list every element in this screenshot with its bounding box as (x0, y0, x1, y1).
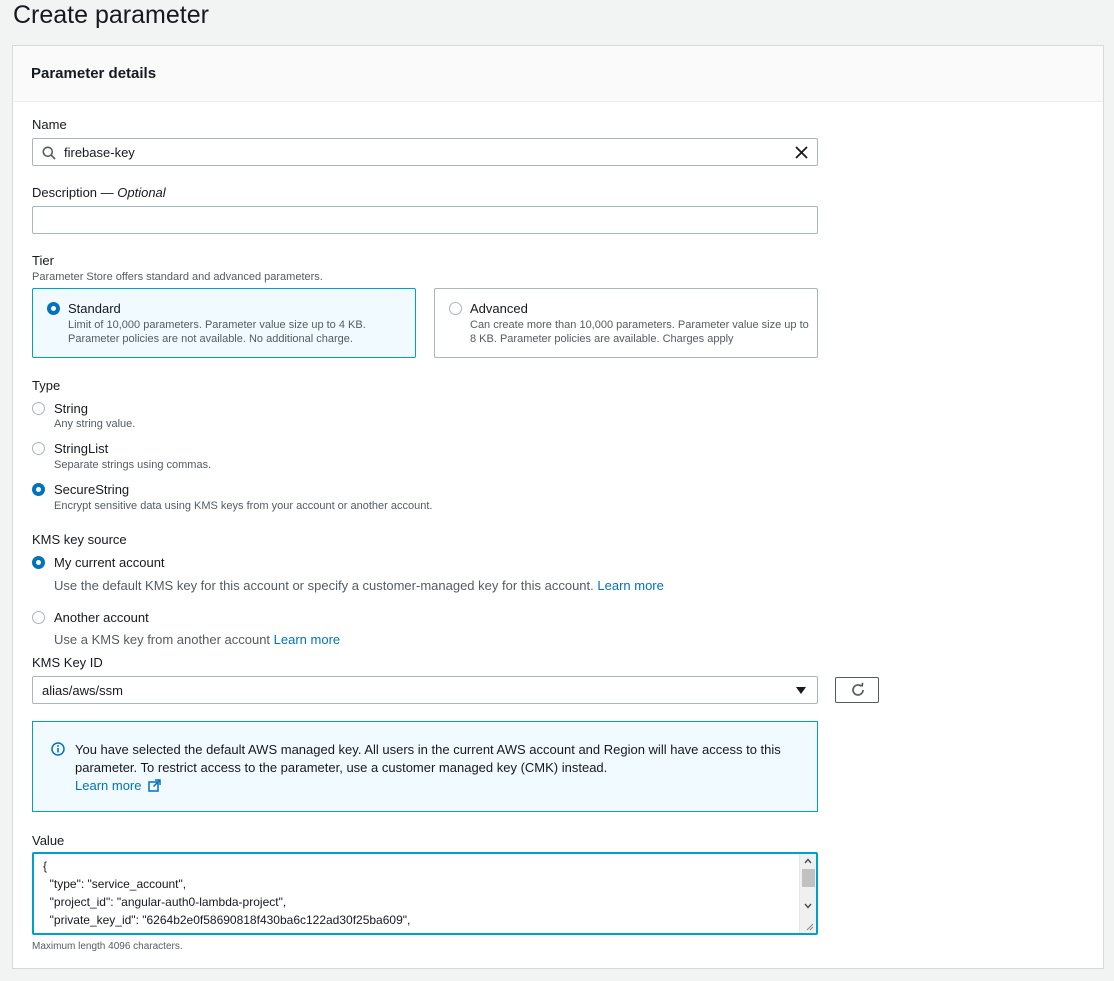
panel-title: Parameter details (31, 65, 157, 82)
parameter-details-panel: Parameter details Name firebase-key Desc… (12, 45, 1104, 969)
info-learn-more-text: Learn more (75, 778, 142, 793)
type-stringlist-title[interactable]: StringList (54, 441, 108, 457)
type-label: Type (32, 378, 61, 393)
value-line-3: "project_id": "angular-auth0-lambda-proj… (43, 895, 287, 909)
kms-key-id-label: KMS Key ID (32, 655, 103, 670)
kms-key-id-value: alias/aws/ssm (42, 683, 123, 698)
description-label: Description — Optional (32, 185, 166, 201)
resize-handle-icon[interactable] (805, 922, 814, 931)
scroll-down-icon[interactable] (804, 903, 812, 909)
value-scrollbar[interactable] (799, 854, 816, 933)
kms-another-account-radio[interactable] (32, 611, 45, 624)
kms-current-account-desc-text: Use the default KMS key for this account… (54, 578, 598, 593)
refresh-icon (852, 682, 864, 696)
tier-advanced-radio[interactable] (449, 302, 462, 315)
kms-source-label: KMS key source (32, 532, 127, 547)
kms-current-account-title[interactable]: My current account (54, 555, 165, 571)
kms-current-account-desc: Use the default KMS key for this account… (54, 578, 664, 594)
caret-down-icon (796, 687, 806, 694)
value-hint: Maximum length 4096 characters. (32, 941, 183, 952)
tier-standard-radio[interactable] (47, 302, 60, 315)
search-icon (42, 146, 56, 160)
description-input[interactable] (32, 206, 818, 234)
info-alert-text: You have selected the default AWS manage… (75, 742, 781, 775)
kms-another-learn-more-link[interactable]: Learn more (274, 632, 340, 647)
kms-another-account-title[interactable]: Another account (54, 610, 149, 626)
type-stringlist-desc: Separate strings using commas. (54, 459, 212, 471)
info-alert-content: You have selected the default AWS manage… (75, 741, 795, 795)
type-string-desc: Any string value. (54, 418, 136, 430)
info-alert: You have selected the default AWS manage… (32, 721, 818, 812)
kms-another-account-desc: Use a KMS key from another account Learn… (54, 632, 340, 648)
tier-advanced-title: Advanced (470, 301, 528, 316)
tier-option-standard[interactable]: Standard Limit of 10,000 parameters. Par… (32, 288, 416, 358)
tier-advanced-desc: Can create more than 10,000 parameters. … (470, 319, 809, 345)
description-optional: Optional (117, 185, 166, 200)
kms-key-id-select[interactable]: alias/aws/ssm (32, 676, 818, 704)
name-label: Name (32, 117, 67, 132)
description-label-text: Description — (32, 185, 118, 200)
clear-icon[interactable] (795, 146, 808, 159)
type-securestring-radio[interactable] (32, 483, 45, 496)
scroll-up-icon[interactable] (804, 858, 812, 864)
panel-header: Parameter details (13, 46, 1103, 102)
info-learn-more-link[interactable]: Learn more (75, 778, 161, 793)
value-line-1: { (43, 859, 48, 873)
type-securestring-desc: Encrypt sensitive data using KMS keys fr… (54, 500, 433, 512)
page-title: Create parameter (13, 1, 209, 29)
scroll-thumb[interactable] (802, 869, 815, 887)
tier-hint: Parameter Store offers standard and adva… (32, 271, 323, 283)
type-stringlist-radio[interactable] (32, 442, 45, 455)
name-input-value: firebase-key (64, 145, 135, 160)
kms-another-account-desc-text: Use a KMS key from another account (54, 632, 274, 647)
kms-current-account-radio[interactable] (32, 556, 45, 569)
refresh-button[interactable] (835, 677, 879, 703)
type-securestring-title[interactable]: SecureString (54, 482, 129, 498)
type-string-radio[interactable] (32, 402, 45, 415)
value-line-2: "type": "service_account", (43, 877, 187, 891)
tier-option-advanced[interactable]: Advanced Can create more than 10,000 par… (434, 288, 818, 358)
info-icon (51, 742, 65, 756)
tier-standard-desc: Limit of 10,000 parameters. Parameter va… (68, 319, 366, 345)
type-string-title[interactable]: String (54, 401, 88, 417)
name-input[interactable]: firebase-key (32, 138, 818, 166)
kms-current-learn-more-link[interactable]: Learn more (597, 578, 663, 593)
external-link-icon (148, 779, 161, 792)
tier-label: Tier (32, 253, 54, 268)
tier-standard-title: Standard (68, 301, 121, 316)
value-textarea[interactable]: { "type": "service_account", "project_id… (32, 852, 818, 935)
value-label: Value (32, 833, 65, 848)
value-line-4: "private_key_id": "6264b2e0f58690818f430… (43, 913, 411, 927)
